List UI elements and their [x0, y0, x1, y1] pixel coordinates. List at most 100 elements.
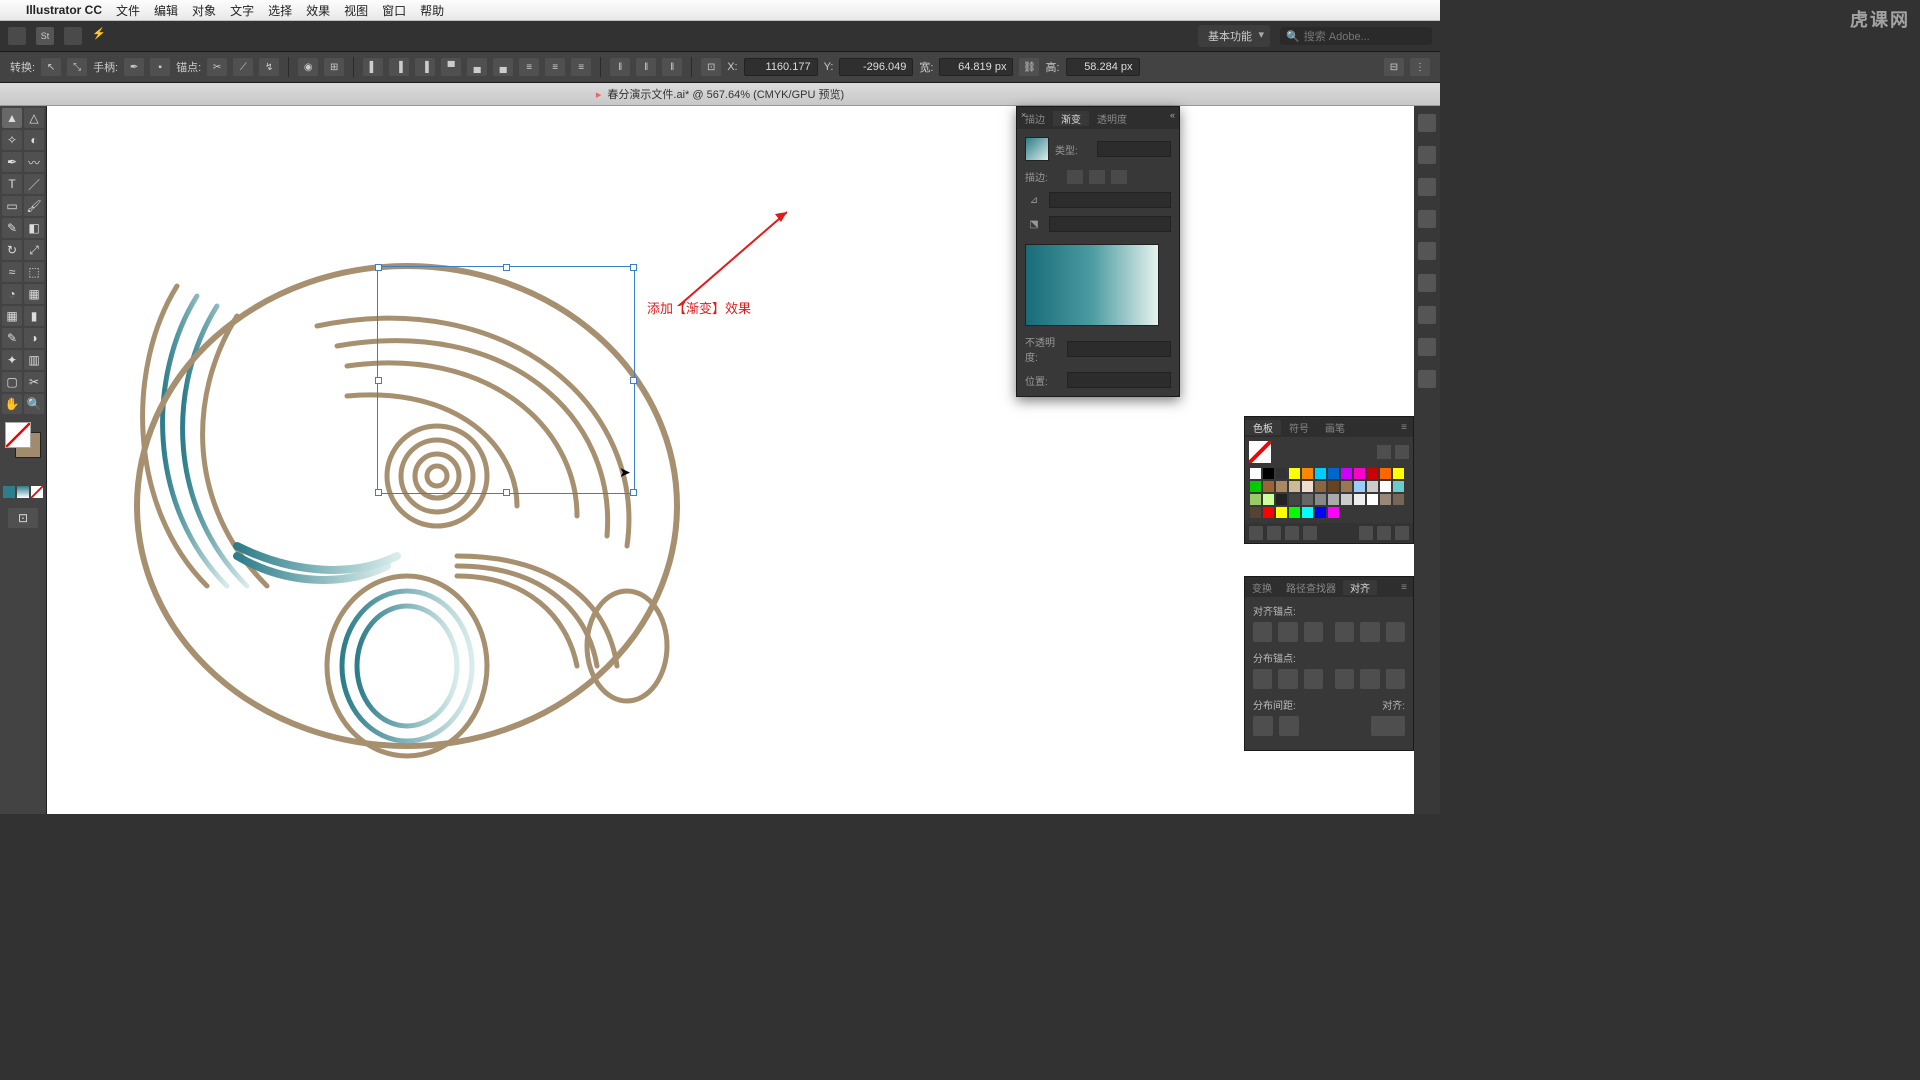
color-mode-swatches[interactable] [3, 486, 43, 498]
dist-vspacing-icon[interactable] [1253, 716, 1273, 736]
collapse-icon[interactable]: « [1170, 110, 1175, 120]
char-icon[interactable] [1418, 146, 1436, 164]
close-icon[interactable]: × [1021, 110, 1026, 120]
dist-vcenter-icon[interactable] [1278, 669, 1297, 689]
tab-brushes[interactable]: 画笔 [1317, 420, 1353, 435]
para-icon[interactable] [1418, 178, 1436, 196]
width-tool[interactable]: ≈ [2, 262, 22, 282]
x-field[interactable]: 1160.177 [744, 58, 818, 76]
color-icon[interactable] [1418, 338, 1436, 356]
graph-tool[interactable]: ▥ [24, 350, 44, 370]
dist-hspacing-icon[interactable] [1279, 716, 1299, 736]
layers-icon[interactable] [1418, 274, 1436, 292]
dist-hcenter-icon[interactable] [1360, 669, 1379, 689]
pin-icon[interactable]: ⊟ [1384, 58, 1404, 76]
swatch-folder-icon[interactable] [1359, 526, 1373, 540]
fill-swatch[interactable] [1249, 441, 1271, 463]
w-field[interactable]: 64.819 px [939, 58, 1013, 76]
al-l-icon[interactable]: ▌ [363, 58, 383, 76]
selection-box[interactable] [377, 266, 635, 494]
menu-window[interactable]: 窗口 [382, 2, 406, 19]
curvature-tool[interactable]: 〰 [24, 152, 44, 172]
menu-edit[interactable]: 编辑 [154, 2, 178, 19]
anchor-remove-icon[interactable]: ✂ [207, 58, 227, 76]
rect-tool[interactable]: ▭ [2, 196, 22, 216]
al-r-icon[interactable]: ▐ [415, 58, 435, 76]
align-left-icon[interactable] [1253, 622, 1272, 642]
selection-tool[interactable]: ▲ [2, 108, 22, 128]
gradient-thumb[interactable] [1025, 137, 1049, 161]
tab-transform[interactable]: 变换 [1245, 580, 1279, 595]
dist-top-icon[interactable] [1253, 669, 1272, 689]
menu-view[interactable]: 视图 [344, 2, 368, 19]
stroke-opt1-icon[interactable] [1067, 170, 1083, 184]
home-icon[interactable] [8, 27, 26, 45]
swatch-group-icon[interactable] [1285, 526, 1299, 540]
menu-help[interactable]: 帮助 [420, 2, 444, 19]
arrange-icon[interactable] [64, 27, 82, 45]
align-right-icon[interactable] [1304, 622, 1323, 642]
h-field[interactable]: 58.284 px [1066, 58, 1140, 76]
dist-bottom-icon[interactable] [1304, 669, 1323, 689]
convert-anchor-icon[interactable]: ↖ [41, 58, 61, 76]
hand-tool[interactable]: ✋ [2, 394, 22, 414]
al-t-icon[interactable]: ▀ [441, 58, 461, 76]
anchor-connect-icon[interactable]: ⟋ [233, 58, 253, 76]
dist-v3-icon[interactable]: ‖ [662, 58, 682, 76]
aspect-field[interactable] [1049, 216, 1171, 232]
canvas[interactable]: ➤ 添加【渐变】效果 [47, 106, 1414, 814]
dist-right-icon[interactable] [1386, 669, 1405, 689]
dist-h1-icon[interactable]: ≡ [519, 58, 539, 76]
dist-v2-icon[interactable]: ‖ [636, 58, 656, 76]
eyedropper-tool[interactable]: ✎ [2, 328, 22, 348]
align-bottom-icon[interactable] [1386, 622, 1405, 642]
menu-select[interactable]: 选择 [268, 2, 292, 19]
align-art-icon[interactable]: ⊞ [324, 58, 344, 76]
swatch-lib-icon[interactable] [1249, 526, 1263, 540]
libraries-icon[interactable] [1418, 210, 1436, 228]
swatch-grid[interactable] [1245, 463, 1413, 523]
transform-icon[interactable] [1418, 370, 1436, 388]
type-dropdown[interactable] [1097, 141, 1171, 157]
assets-icon[interactable] [1418, 242, 1436, 260]
document-tab[interactable]: ▸ 春分演示文件.ai* @ 567.64% (CMYK/GPU 预览) [0, 83, 1440, 106]
dist-left-icon[interactable] [1335, 669, 1354, 689]
more-icon[interactable]: ⋮ [1410, 58, 1430, 76]
menu-object[interactable]: 对象 [192, 2, 216, 19]
brush-tool[interactable]: 🖌 [24, 196, 44, 216]
al-m-icon[interactable]: ▄ [467, 58, 487, 76]
ref-point-icon[interactable]: ⊡ [701, 58, 721, 76]
type-tool[interactable]: T [2, 174, 22, 194]
anchor-cut-icon[interactable]: ↯ [259, 58, 279, 76]
mesh-tool[interactable]: ▦ [2, 306, 22, 326]
grid-view-icon[interactable] [1395, 445, 1409, 459]
menu-file[interactable]: 文件 [116, 2, 140, 19]
magic-wand-tool[interactable]: ✧ [2, 130, 22, 150]
slice-tool[interactable]: ✂ [24, 372, 44, 392]
al-b-icon[interactable]: ▄ [493, 58, 513, 76]
tab-symbols[interactable]: 符号 [1281, 420, 1317, 435]
swatch-menu2-icon[interactable] [1267, 526, 1281, 540]
workspace-dropdown[interactable]: 基本功能 [1198, 25, 1270, 47]
stroke-opt2-icon[interactable] [1089, 170, 1105, 184]
link-wh-icon[interactable]: ⛓ [1019, 58, 1039, 76]
gpu-icon[interactable]: ⚡ [92, 27, 110, 45]
screen-mode-icon[interactable]: ⊡ [8, 508, 38, 528]
shaper-tool[interactable]: ✎ [2, 218, 22, 238]
al-c-icon[interactable]: ▐ [389, 58, 409, 76]
tab-swatches[interactable]: 色板 [1245, 420, 1281, 435]
handle-cut-icon[interactable]: ▪ [150, 58, 170, 76]
appearance-icon[interactable] [1418, 306, 1436, 324]
align-vcenter-icon[interactable] [1360, 622, 1379, 642]
list-view-icon[interactable] [1377, 445, 1391, 459]
lasso-tool[interactable]: ◐ [24, 130, 44, 150]
shape-builder-tool[interactable]: ◔ [2, 284, 22, 304]
tab-pathfinder[interactable]: 路径查找器 [1279, 580, 1343, 595]
fill-stroke-swatch[interactable] [5, 422, 41, 458]
properties-icon[interactable] [1418, 114, 1436, 132]
rotate-tool[interactable]: ↻ [2, 240, 22, 260]
align-top-icon[interactable] [1335, 622, 1354, 642]
eraser-tool[interactable]: ◧ [24, 218, 44, 238]
handle-icon[interactable]: ✒ [124, 58, 144, 76]
location-field[interactable] [1067, 372, 1171, 388]
